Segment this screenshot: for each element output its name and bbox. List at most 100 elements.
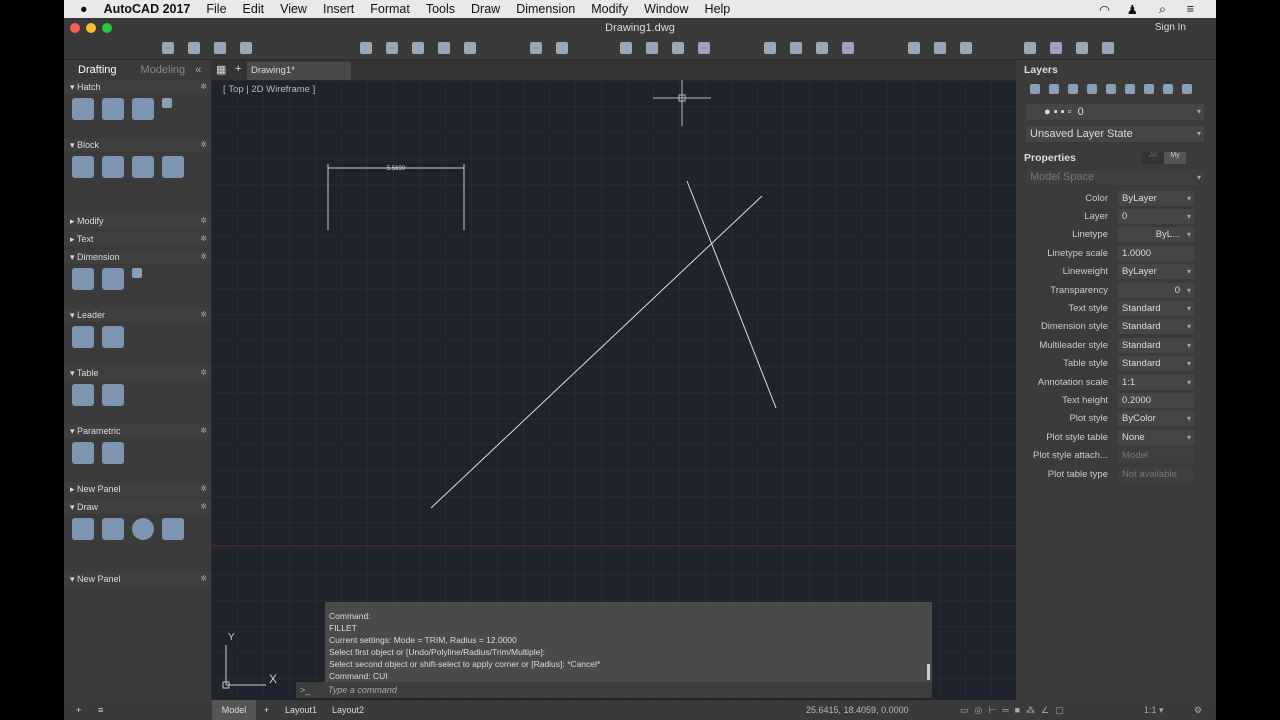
menu-tools[interactable]: Tools (418, 2, 463, 16)
section-dimension[interactable]: ▾ Dimension (64, 250, 211, 264)
orbit-icon[interactable] (960, 42, 972, 54)
add-layout-icon[interactable]: + (76, 700, 81, 720)
data-extraction-icon[interactable] (102, 384, 124, 406)
plot-icon[interactable] (620, 42, 632, 54)
section-draw[interactable]: ▾ Draw (64, 500, 211, 514)
section-new-panel-2[interactable]: ▾ New Panel (64, 572, 211, 586)
layer-iso-icon[interactable] (1102, 42, 1114, 54)
section-block[interactable]: ▾ Block (64, 138, 211, 152)
menu-help[interactable]: Help (697, 2, 739, 16)
redo-icon[interactable] (556, 42, 568, 54)
menu-modify[interactable]: Modify (583, 2, 636, 16)
polyline-icon[interactable] (102, 518, 124, 540)
attribute-icon[interactable] (162, 156, 184, 178)
property-value[interactable]: 0 (1118, 209, 1194, 225)
layer-off-icon[interactable] (1049, 84, 1059, 94)
dimension-tools-icon[interactable] (132, 268, 142, 278)
layer-match-icon[interactable] (1182, 84, 1192, 94)
sign-in-button[interactable]: Sign In (1155, 18, 1186, 38)
property-value[interactable]: Standard (1118, 337, 1194, 353)
copy-icon[interactable] (386, 42, 398, 54)
add-leader-icon[interactable] (102, 326, 124, 348)
toggle-my[interactable]: My (1164, 152, 1186, 164)
property-value[interactable]: 0.2000 (1118, 392, 1194, 408)
space-dropdown[interactable]: Model Space (1026, 170, 1204, 185)
layer-state-dropdown[interactable]: Unsaved Layer State (1026, 126, 1204, 142)
boundary-icon[interactable] (132, 98, 154, 120)
layer-icon[interactable] (816, 42, 828, 54)
hatch-edit-icon[interactable] (162, 98, 172, 108)
layer-on-icon[interactable] (1144, 84, 1154, 94)
section-text[interactable]: ▸ Text (64, 232, 211, 246)
section-new-panel[interactable]: ▸ New Panel (64, 482, 211, 496)
layer-thaw-icon[interactable] (1125, 84, 1135, 94)
new-tab-icon[interactable]: + (235, 63, 241, 75)
save-as-icon[interactable] (240, 42, 252, 54)
property-value[interactable]: Standard (1118, 319, 1194, 335)
property-value[interactable]: Standard (1118, 301, 1194, 317)
section-leader[interactable]: ▾ Leader (64, 308, 211, 322)
new-icon[interactable] (162, 42, 174, 54)
linear-dimension-icon[interactable] (72, 268, 94, 290)
property-value[interactable]: ByL... (1118, 227, 1194, 243)
menu-window[interactable]: Window (636, 2, 696, 16)
line-icon[interactable] (72, 518, 94, 540)
annotation-scale[interactable]: 1:1 ▾ (1144, 700, 1164, 720)
property-value[interactable]: 1.0000 (1118, 245, 1194, 261)
command-input[interactable]: >_ Type a command (296, 682, 932, 698)
property-value[interactable]: 0 (1118, 282, 1194, 298)
layer-dropdown[interactable]: ● ▪ ▪ ▫ 0 (1026, 104, 1204, 120)
cut-icon[interactable] (360, 42, 372, 54)
paste-special-icon[interactable] (464, 42, 476, 54)
undo-icon[interactable] (530, 42, 542, 54)
batch-plot-icon[interactable] (646, 42, 658, 54)
circle-icon[interactable] (132, 518, 154, 540)
settings-icon[interactable]: ⚙ (1194, 700, 1202, 720)
layer-match-icon[interactable] (1050, 42, 1062, 54)
tab-drafting[interactable]: Drafting (64, 64, 131, 76)
property-value[interactable]: ByLayer (1118, 264, 1194, 280)
tab-layout1[interactable]: Layout1 (285, 700, 317, 720)
property-value[interactable]: None (1118, 429, 1194, 445)
command-prompt-icon[interactable]: >_ (300, 682, 310, 698)
menu-edit[interactable]: Edit (235, 2, 273, 16)
xref-icon[interactable] (842, 42, 854, 54)
tab-model[interactable]: Model (212, 700, 256, 720)
search-icon[interactable]: ⌕ (1151, 2, 1174, 17)
menu-draw[interactable]: Draw (463, 2, 508, 16)
menu-file[interactable]: File (198, 2, 234, 16)
section-parametric[interactable]: ▾ Parametric (64, 424, 211, 438)
user-icon[interactable]: ♟ (1119, 2, 1146, 17)
app-menu[interactable]: AutoCAD 2017 (96, 2, 199, 16)
page-setup-icon[interactable] (672, 42, 684, 54)
layer-isolate-icon[interactable] (1068, 84, 1078, 94)
dimensional-constraint-icon[interactable] (102, 442, 124, 464)
section-hatch[interactable]: ▾ Hatch (64, 80, 211, 94)
gradient-icon[interactable] (102, 98, 124, 120)
tab-modeling[interactable]: Modeling (131, 64, 196, 76)
tab-layout2[interactable]: Layout2 (332, 700, 364, 720)
zoom-window-button[interactable] (102, 23, 112, 33)
menu-format[interactable]: Format (362, 2, 418, 16)
insert-block-icon[interactable] (72, 156, 94, 178)
command-scrollbar[interactable] (927, 664, 930, 680)
create-block-icon[interactable] (102, 156, 124, 178)
open-icon[interactable] (188, 42, 200, 54)
pan-icon[interactable] (934, 42, 946, 54)
multileader-icon[interactable] (72, 326, 94, 348)
list-icon[interactable]: ≡ (1179, 2, 1202, 16)
minimize-window-button[interactable] (86, 23, 96, 33)
zoom-icon[interactable] (908, 42, 920, 54)
drafting-aids[interactable]: ▭◎⊢═■⁂∠▢ (960, 700, 1070, 720)
grid-icon[interactable]: ▦ (216, 63, 226, 76)
layout-list-icon[interactable]: ≡ (98, 700, 103, 720)
new-layout-icon[interactable]: + (264, 700, 269, 720)
publish-icon[interactable] (698, 42, 710, 54)
edit-block-icon[interactable] (132, 156, 154, 178)
properties-icon[interactable] (764, 42, 776, 54)
section-table[interactable]: ▾ Table (64, 366, 211, 380)
toggle-all[interactable]: All (1142, 152, 1164, 164)
section-modify[interactable]: ▸ Modify (64, 214, 211, 228)
menu-insert[interactable]: Insert (315, 2, 362, 16)
property-value[interactable]: 1:1 (1118, 374, 1194, 390)
